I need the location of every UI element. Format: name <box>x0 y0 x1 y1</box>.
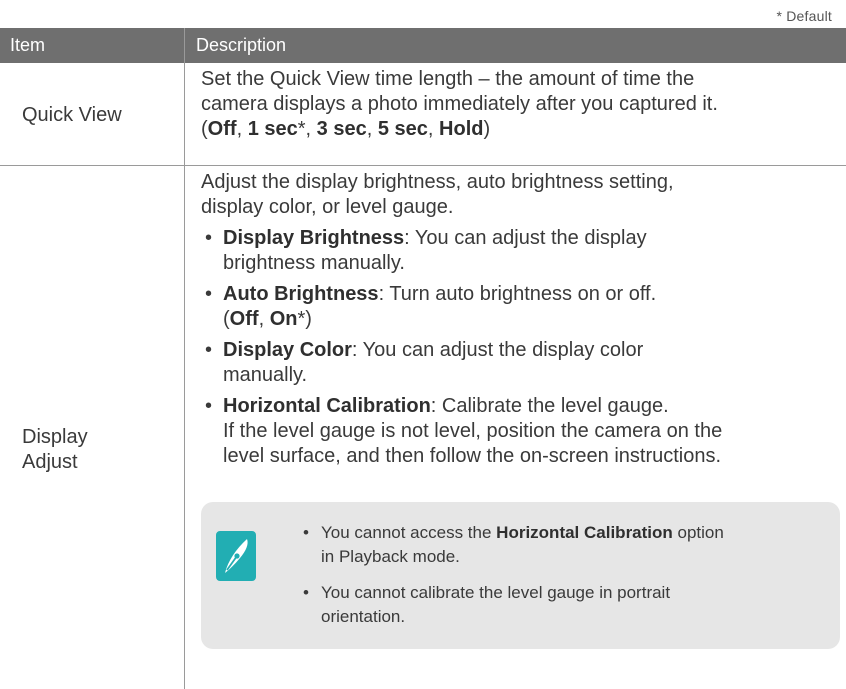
note-item-1: • You cannot access the Horizontal Calib… <box>303 523 724 566</box>
row-separator <box>0 165 846 166</box>
bullet-dot: • <box>205 395 213 417</box>
header-item: Item <box>10 35 46 55</box>
note-box: • You cannot access the Horizontal Calib… <box>201 502 840 649</box>
row2-column-divider <box>184 166 185 689</box>
bullet-auto-brightness: • Auto Brightness: Turn auto brightness … <box>205 283 657 330</box>
bullet-dot: • <box>205 227 213 249</box>
bullet-dot: • <box>205 283 213 305</box>
note-list: • You cannot access the Horizontal Calib… <box>303 521 823 641</box>
pen-note-icon <box>216 531 256 581</box>
bullet-display-brightness: • Display Brightness: You can adjust the… <box>205 227 647 274</box>
header-divider <box>184 28 185 63</box>
table-header: Item Description <box>0 28 846 63</box>
row1-item-label: Quick View <box>22 104 122 126</box>
bullet-dot: • <box>205 339 213 361</box>
row2-description: Adjust the display brightness, auto brig… <box>201 170 841 469</box>
row1-desc-line2: camera displays a photo immediately afte… <box>201 93 718 115</box>
bullet-display-color: • Display Color: You can adjust the disp… <box>205 339 644 386</box>
row1-description: Set the Quick View time length – the amo… <box>201 67 841 142</box>
default-footnote: * Default <box>776 8 832 24</box>
row1-options: (Off, 1 sec*, 3 sec, 5 sec, Hold) <box>201 118 491 140</box>
note-item-2: • You cannot calibrate the level gauge i… <box>303 583 671 626</box>
row1-column-divider <box>184 63 185 165</box>
bullet-horizontal-calibration: • Horizontal Calibration: Calibrate the … <box>205 395 723 467</box>
note-bullet-dot: • <box>303 583 309 602</box>
header-description: Description <box>196 35 287 55</box>
row2-item-label: Display Adjust <box>22 426 88 473</box>
row2-intro: Adjust the display brightness, auto brig… <box>201 171 674 218</box>
note-bullet-dot: • <box>303 523 309 542</box>
row1-desc-line1: Set the Quick View time length – the amo… <box>201 68 695 90</box>
pen-note-icon-glyph <box>225 539 248 573</box>
